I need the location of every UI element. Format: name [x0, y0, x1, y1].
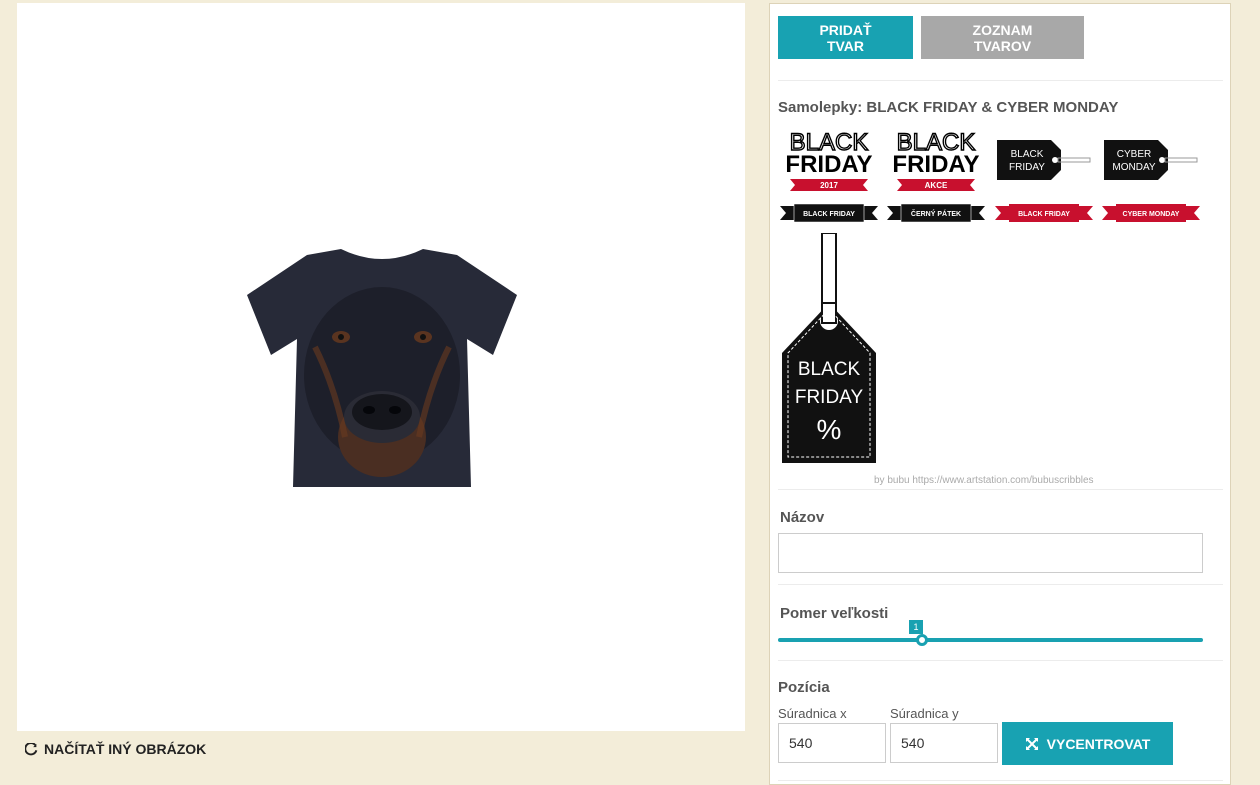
name-input[interactable] — [778, 533, 1203, 573]
x-coordinate-label: Súradnica x — [778, 706, 847, 721]
sticker-text: ČERNÝ PÁTEK — [911, 209, 961, 218]
tshirt-image[interactable] — [245, 247, 519, 487]
toolbar: PRIDAŤ TVAR ZOZNAM TVAROV — [778, 16, 1084, 59]
sticker-ribbon-cerny-patek[interactable]: ČERNÝ PÁTEK — [887, 202, 985, 224]
reload-image-label: NAČÍTAŤ INÝ OBRÁZOK — [44, 741, 207, 757]
scale-slider-handle[interactable] — [916, 634, 928, 646]
stickers-title: Samolepky: BLACK FRIDAY & CYBER MONDAY — [778, 99, 1119, 116]
sticker-text: FRIDAY — [892, 151, 979, 178]
center-button[interactable]: VYCENTROVAT — [1002, 722, 1173, 765]
reload-image-button[interactable]: NAČÍTAŤ INÝ OBRÁZOK — [25, 741, 206, 757]
add-shape-button[interactable]: PRIDAŤ TVAR — [778, 16, 913, 59]
sticker-ribbon-cyber-monday-red[interactable]: CYBER MONDAY — [1102, 202, 1200, 224]
sticker-text: AKCE — [925, 181, 948, 190]
sticker-ribbon-black-friday-red[interactable]: BLACK FRIDAY — [995, 202, 1093, 224]
name-label: Názov — [780, 509, 825, 526]
sticker-cyber-monday-tag[interactable]: CYBER MONDAY — [1102, 138, 1200, 182]
sticker-text: BLACK FRIDAY — [1018, 211, 1070, 218]
x-coordinate-input[interactable] — [778, 723, 886, 763]
divider — [778, 584, 1223, 585]
scale-slider-track[interactable] — [778, 638, 1203, 642]
center-button-label: VYCENTROVAT — [1046, 735, 1151, 752]
sticker-text: 2017 — [820, 181, 838, 190]
sticker-black-friday-hang-tag[interactable]: BLACK FRIDAY % — [780, 233, 878, 465]
sticker-text: FRIDAY — [1009, 162, 1045, 173]
divider — [778, 489, 1223, 490]
y-coordinate-input[interactable] — [890, 723, 998, 763]
divider — [778, 660, 1223, 661]
sticker-text: BLACK — [1011, 149, 1044, 160]
shape-list-button[interactable]: ZOZNAM TVAROV — [921, 16, 1084, 59]
control-panel: PRIDAŤ TVAR ZOZNAM TVAROV Samolepky: BLA… — [769, 3, 1231, 785]
divider — [778, 80, 1223, 81]
scale-slider-value: 1 — [909, 620, 923, 634]
position-label: Pozícia — [778, 679, 830, 696]
sticker-black-friday-2017[interactable]: BLACK FRIDAY 2017 — [780, 126, 878, 192]
sticker-ribbon-black-friday[interactable]: BLACK FRIDAY — [780, 202, 878, 224]
image-canvas[interactable] — [17, 3, 745, 731]
sticker-black-friday-akce[interactable]: BLACK FRIDAY AKCE — [887, 126, 985, 192]
sticker-text: FRIDAY — [795, 387, 864, 408]
expand-icon — [1025, 737, 1038, 750]
sticker-black-friday-tag[interactable]: BLACK FRIDAY — [995, 138, 1093, 182]
scale-label: Pomer veľkosti — [780, 605, 889, 622]
sticker-credit: by bubu https://www.artstation.com/bubus… — [874, 475, 1094, 486]
refresh-icon — [25, 742, 38, 755]
sticker-text: FRIDAY — [785, 151, 872, 178]
sticker-text: CYBER — [1117, 149, 1151, 160]
sticker-text: CYBER MONDAY — [1123, 211, 1180, 218]
y-coordinate-label: Súradnica y — [890, 706, 959, 721]
sticker-text: BLACK — [798, 359, 861, 380]
sticker-text: BLACK FRIDAY — [803, 211, 855, 218]
sticker-text: % — [817, 414, 842, 445]
sticker-text: MONDAY — [1112, 162, 1155, 173]
divider — [778, 780, 1223, 781]
